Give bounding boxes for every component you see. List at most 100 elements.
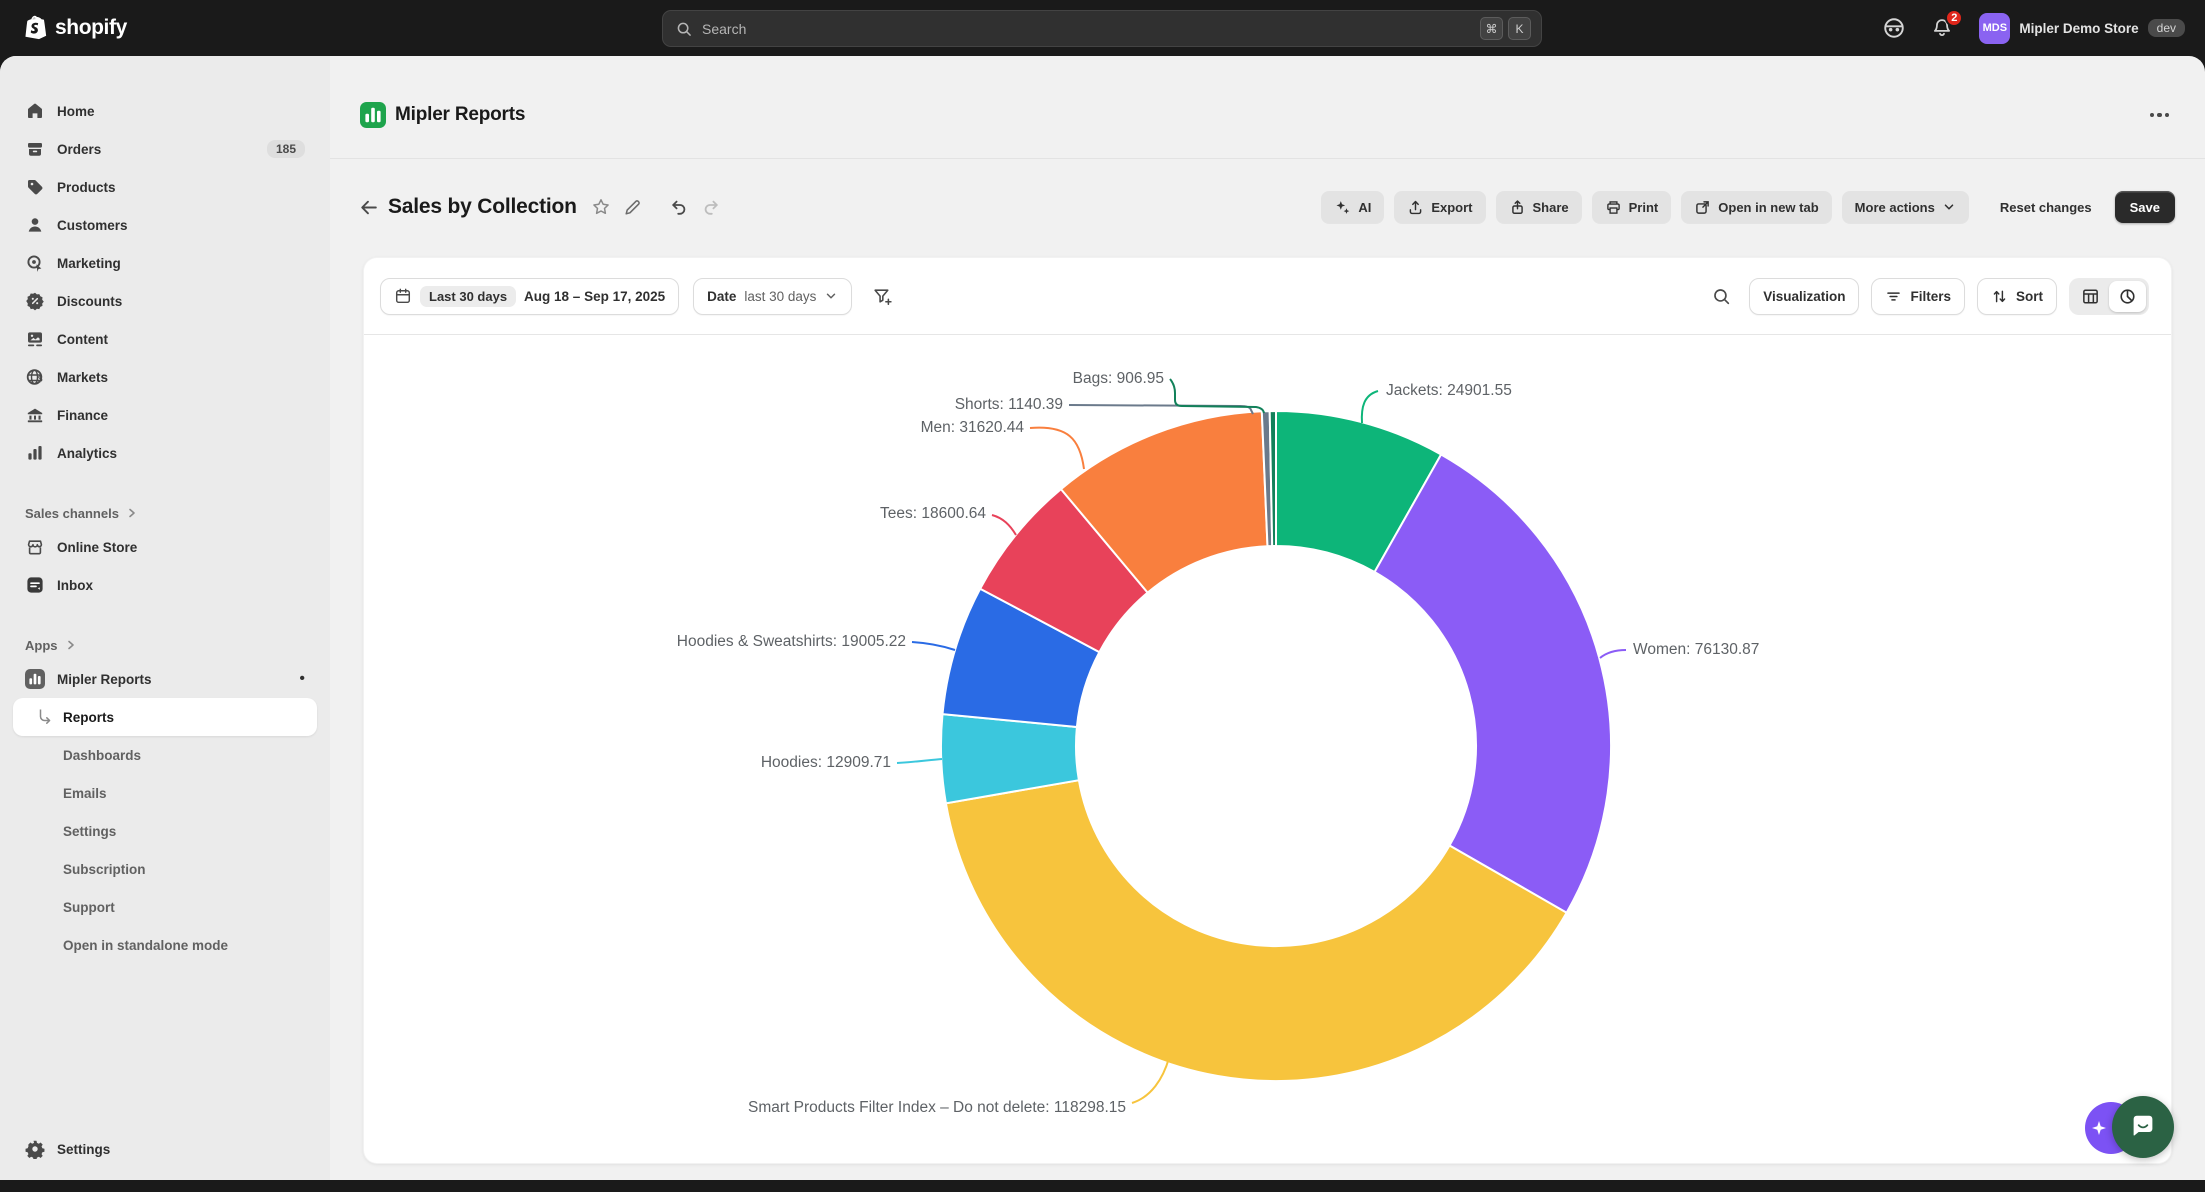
back-button[interactable] [352,191,384,223]
gear-icon [25,1139,45,1159]
env-badge: dev [2148,19,2185,37]
global-search-input[interactable]: Search ⌘ K [662,10,1542,47]
save-button[interactable]: Save [2115,191,2175,223]
mipler-app-icon [25,669,45,689]
chat-support-fab[interactable] [2112,1096,2174,1158]
date-range-button[interactable]: Last 30 days Aug 18 – Sep 17, 2025 [380,278,679,315]
toolbar-right: Visualization Filters Sort [1705,278,2149,315]
pie-label-men: Men: 31620.44 [921,419,1025,436]
home-icon [25,101,45,121]
donut-chart-svg: Jackets: 24901.55Women: 76130.87Smart Pr… [364,335,2172,1164]
open-new-tab-button[interactable]: Open in new tab [1681,191,1831,223]
store-avatar: MDS [1979,13,2010,44]
sidebar-item-support[interactable]: Support [13,888,317,926]
svg-text:$: $ [38,375,43,384]
sidebar-item-marketing[interactable]: Marketing [13,244,317,282]
sidebar-item-emails[interactable]: Emails [13,774,317,812]
sort-arrows-icon [1991,288,2008,305]
sidebar-section-apps[interactable]: Apps [13,630,317,660]
search-report-icon[interactable] [1705,280,1737,312]
chat-bubble-icon [2128,1112,2158,1142]
pie-label-women: Women: 76130.87 [1633,641,1759,658]
pie-label-shorts: Shorts: 1140.39 [955,396,1063,413]
visualization-button[interactable]: Visualization [1749,278,1859,315]
ai-button[interactable]: AI [1321,191,1384,223]
bar-chart-icon [25,443,45,463]
bank-icon [25,405,45,425]
label-connector [897,759,942,763]
filter-lines-icon [1885,288,1902,305]
printer-icon [1605,199,1622,216]
shortcut-cmd-key: ⌘ [1480,17,1503,40]
main-content: Mipler Reports Sales by Collection [330,56,2205,1180]
shopify-admin: { "topbar": { "logo_text": "shopify", "s… [0,0,2205,1192]
label-connector [1132,1058,1169,1103]
shopify-logo[interactable]: shopify [22,14,127,42]
storefront-icon [25,537,45,557]
workspace: Home Orders 185 Products Customers Marke… [0,56,2205,1180]
sidebar-item-customers[interactable]: Customers [13,206,317,244]
rename-pencil-icon[interactable] [617,191,649,223]
sidebar-item-markets[interactable]: $ Markets [13,358,317,396]
chevron-right-icon [65,639,77,651]
calendar-icon [394,287,412,305]
more-options-icon[interactable] [2144,107,2176,124]
sidebar-item-online-store[interactable]: Online Store [13,528,317,566]
sidebar-item-products[interactable]: Products [13,168,317,206]
target-cursor-icon [25,253,45,273]
search-placeholder: Search [702,21,1475,37]
discount-badge-icon [25,291,45,311]
sidebar-item-subscription[interactable]: Subscription [13,850,317,888]
external-link-icon [1694,199,1711,216]
filters-button[interactable]: Filters [1871,278,1965,315]
sidebar-item-dashboards[interactable]: Dashboards [13,736,317,774]
orders-icon [25,139,45,159]
sidebar-section-sales-channels[interactable]: Sales channels [13,498,317,528]
chart-view-toggle[interactable] [2109,281,2146,312]
share-button[interactable]: Share [1496,191,1582,223]
sparkle-icon [1334,199,1351,216]
sidebar-item-app-settings[interactable]: Settings [13,812,317,850]
inbox-app-icon [25,575,45,595]
sidebar-item-finance[interactable]: Finance [13,396,317,434]
export-button[interactable]: Export [1394,191,1485,223]
sidebar-item-discounts[interactable]: Discounts [13,282,317,320]
dev-mode-icon[interactable] [1877,11,1911,45]
view-toggle [2069,278,2149,315]
sidebar-item-content[interactable]: Content [13,320,317,358]
pie-slice-women[interactable] [1375,455,1611,913]
app-update-dot: • [299,671,305,687]
sparkle-icon [2092,1121,2106,1135]
chevron-down-icon [824,289,838,303]
sidebar-item-settings[interactable]: Settings [13,1130,317,1168]
add-filter-icon[interactable] [866,280,898,312]
sidebar-item-mipler-reports-app[interactable]: Mipler Reports • [13,660,317,698]
store-name: Mipler Demo Store [2019,21,2138,36]
app-title: Mipler Reports [395,104,525,126]
notifications-bell-icon[interactable]: 2 [1925,11,1959,45]
sidebar-item-home[interactable]: Home [13,92,317,130]
redo-icon[interactable] [695,191,727,223]
favorite-star-icon[interactable] [585,191,617,223]
store-menu[interactable]: MDS Mipler Demo Store dev [1973,9,2191,48]
search-icon [675,20,693,38]
globe-dollar-icon: $ [25,367,45,387]
pie-label-hoodies-sweatshirts: Hoodies & Sweatshirts: 19005.22 [677,633,906,650]
reset-changes-button[interactable]: Reset changes [1987,191,2105,223]
chevron-right-icon [126,507,138,519]
date-filter-select[interactable]: Date last 30 days [693,278,852,315]
sidebar: Home Orders 185 Products Customers Marke… [0,56,330,1180]
sort-button[interactable]: Sort [1977,278,2057,315]
print-button[interactable]: Print [1592,191,1672,223]
donut-chart: Jackets: 24901.55Women: 76130.87Smart Pr… [364,335,2171,1164]
sidebar-item-open-standalone[interactable]: Open in standalone mode [13,926,317,964]
sidebar-item-analytics[interactable]: Analytics [13,434,317,472]
table-view-toggle[interactable] [2072,281,2109,312]
more-actions-button[interactable]: More actions [1842,191,1969,223]
sidebar-item-orders[interactable]: Orders 185 [13,130,317,168]
sidebar-item-inbox[interactable]: Inbox [13,566,317,604]
undo-icon[interactable] [663,191,695,223]
sidebar-item-reports[interactable]: Reports [13,698,317,736]
table-icon [2081,287,2100,306]
report-toolbar: Last 30 days Aug 18 – Sep 17, 2025 Date … [364,258,2171,335]
